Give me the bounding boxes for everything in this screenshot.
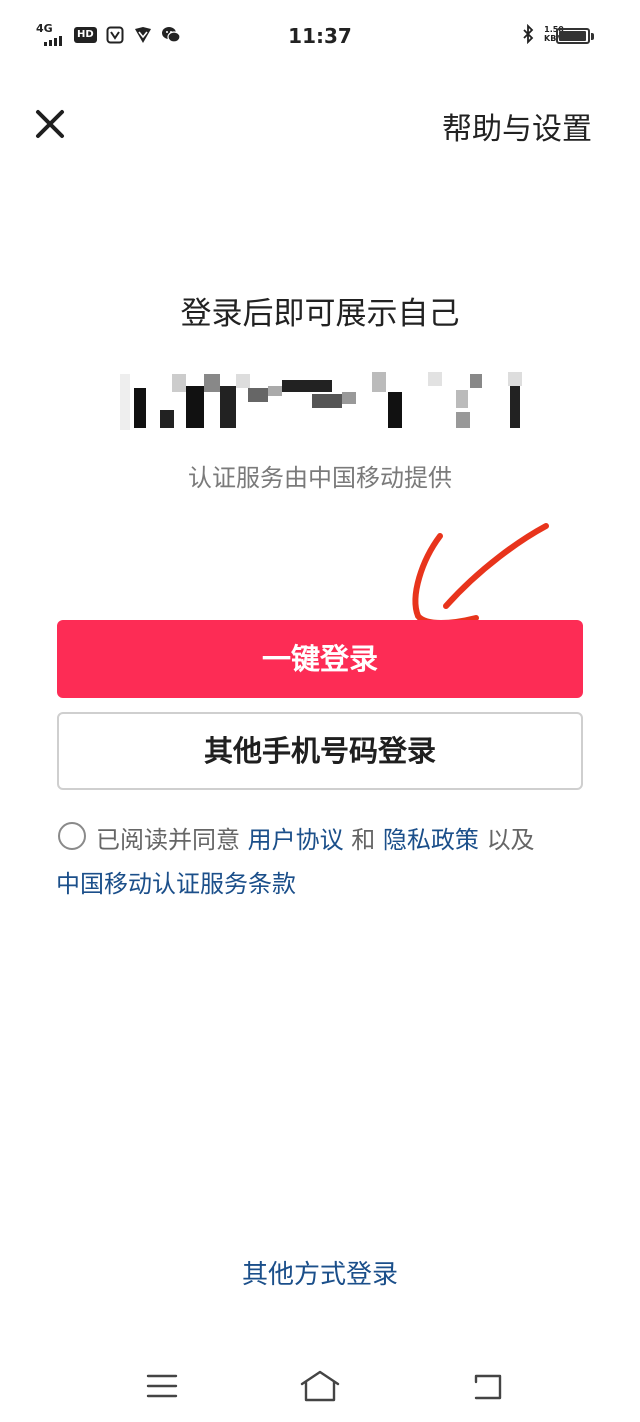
privacy-policy-link[interactable]: 隐私政策 (383, 826, 479, 854)
cmcc-terms-link[interactable]: 中国移动认证服务条款 (56, 870, 296, 898)
status-bar: 4G HD 11:37 1.50 KB/s (0, 0, 640, 72)
bluetooth-icon (518, 24, 538, 44)
masked-phone-number (120, 372, 530, 432)
page-title: 登录后即可展示自己 (180, 296, 460, 332)
user-agreement-link[interactable]: 用户协议 (248, 826, 344, 854)
agreement-prefix: 已阅读并同意 (96, 826, 240, 854)
agreement-block: 已阅读并同意 用户协议 和 隐私政策 以及 中国移动认证服务条款 (56, 818, 596, 906)
agreement-text: 已阅读并同意 用户协议 和 隐私政策 以及 中国移动认证服务条款 (56, 818, 596, 906)
close-icon (36, 110, 64, 138)
agreement-and: 和 (351, 826, 376, 854)
other-login-method-link[interactable]: 其他方式登录 (0, 1254, 640, 1291)
home-icon (300, 1370, 340, 1402)
menu-icon (146, 1374, 178, 1398)
help-settings-link[interactable]: 帮助与设置 (442, 104, 592, 148)
back-icon (474, 1374, 502, 1400)
agreement-also: 以及 (486, 826, 535, 854)
close-button[interactable] (30, 104, 70, 144)
other-phone-login-button[interactable]: 其他手机号码登录 (57, 712, 583, 790)
one-click-login-button[interactable]: 一键登录 (57, 620, 583, 698)
provider-text: 认证服务由中国移动提供 (188, 464, 452, 492)
battery-icon (556, 28, 594, 44)
back-button[interactable] (466, 1366, 510, 1406)
login-screen: 4G HD 11:37 1.50 KB/s 帮助与设置 登录后即可展示自己 认证… (0, 0, 640, 1422)
menu-button[interactable] (140, 1366, 184, 1406)
agree-radio[interactable] (58, 822, 86, 850)
home-button[interactable] (298, 1366, 342, 1406)
system-nav-bar (0, 1360, 640, 1410)
